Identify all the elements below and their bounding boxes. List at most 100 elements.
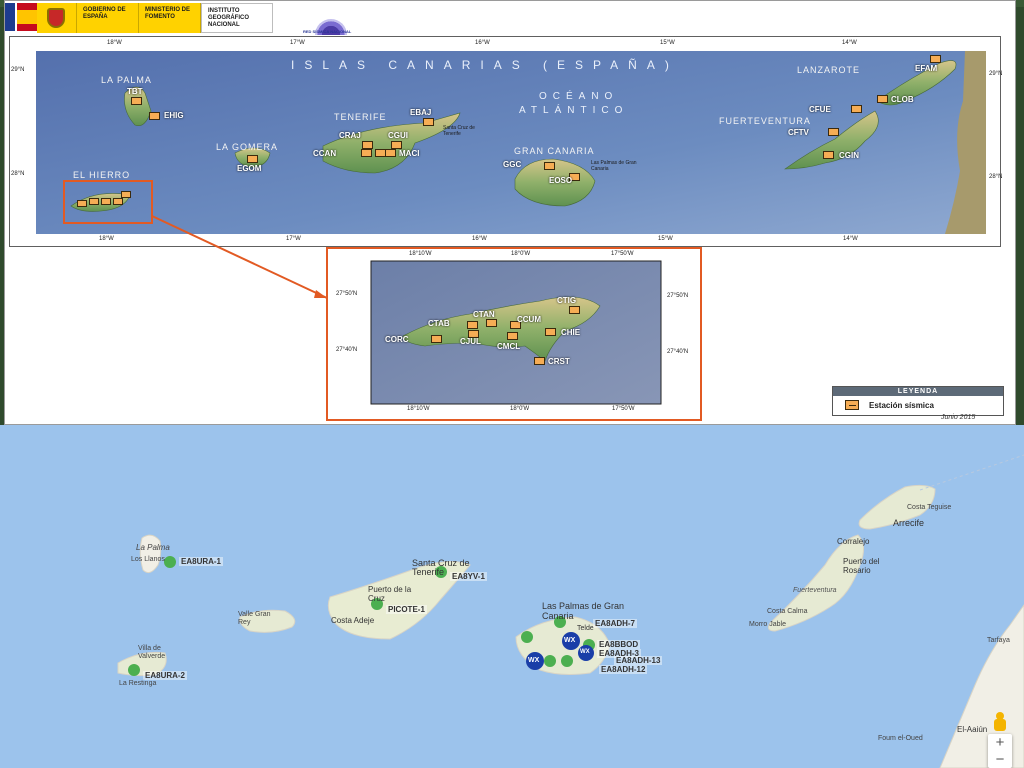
- station-marker-ebaj: [423, 118, 434, 126]
- aprs-marker-gc-2[interactable]: [544, 655, 556, 667]
- bottom-tick-4: 15°W: [658, 236, 673, 242]
- right-tick-2: 28°N: [989, 174, 1003, 180]
- place-label-puerto-de-la-cruz: Puerto de la Cruz: [368, 585, 412, 603]
- aprs-marker-ea8ura-2[interactable]: [128, 664, 140, 676]
- screen-root: { "header": { "gov_logo_text": "GOBIERNO…: [0, 0, 1024, 768]
- seismic-network-figure: GOBIERNO DE ESPAÑA MINISTERIO DE FOMENTO…: [4, 0, 1016, 425]
- station-marker-hierro-2: [89, 198, 99, 205]
- zoom-control: + −: [988, 734, 1012, 768]
- station-marker-hierro-4: [113, 198, 123, 205]
- place-label-foum-el-oued: Foum el-Oued: [878, 735, 923, 742]
- place-label-la-restinga: La Restinga: [119, 680, 157, 687]
- island-label-la-gomera: LA GOMERA: [216, 142, 279, 152]
- station-marker-cgin: [823, 151, 834, 159]
- station-label-ebaj: EBAJ: [410, 108, 432, 117]
- ocean-label-1: OCÉANO: [539, 91, 619, 102]
- station-label-craj: CRAJ: [339, 131, 361, 140]
- place-label-tarfaya: Tarfaya: [987, 637, 1010, 644]
- island-label-la-palma: LA PALMA: [101, 75, 152, 85]
- inset-left-tick-2: 27°40'N: [336, 347, 358, 353]
- inset-station-marker-cmcl: [507, 332, 518, 340]
- city-label-santa-cruz: Santa Cruz de Tenerife: [443, 125, 475, 137]
- aprs-label-ea8ura-2[interactable]: EA8URA-2: [143, 671, 188, 680]
- station-marker-hierro-1: [77, 200, 87, 207]
- inset-top-tick-3: 17°50'W: [611, 251, 634, 257]
- station-label-cfue: CFUE: [809, 105, 831, 114]
- inset-station-marker-ctab: [467, 321, 478, 329]
- inset-station-marker-chie: [545, 328, 556, 336]
- seismic-station-icon: [845, 400, 859, 410]
- aprs-label-ea8ura-1[interactable]: EA8URA-1: [179, 557, 224, 566]
- inset-station-label-crst: CRST: [548, 357, 570, 366]
- inset-top-tick-1: 18°10'W: [409, 251, 432, 257]
- station-marker-ccan: [361, 149, 372, 157]
- top-tick-1: 18°W: [107, 40, 122, 46]
- date-label: Junio 2015: [941, 414, 976, 421]
- zoom-out-button[interactable]: −: [988, 751, 1012, 768]
- station-marker-clob: [877, 95, 888, 103]
- wx-label-3: WX: [580, 649, 590, 655]
- bottom-tick-1: 18°W: [99, 236, 114, 242]
- maritime-boundary: [919, 454, 1024, 491]
- inset-bottom-tick-3: 17°50'W: [612, 406, 635, 412]
- place-label-fuerteventura: Fuerteventura: [793, 587, 837, 594]
- station-label-tbt: TBT: [127, 87, 143, 96]
- station-label-maci: MACI: [399, 149, 420, 158]
- station-marker-hierro-3: [101, 198, 111, 205]
- aprs-map[interactable]: La Palma Los Llanos Santa Cruz de Teneri…: [0, 425, 1024, 768]
- bottom-tick-3: 16°W: [472, 236, 487, 242]
- top-tick-2: 17°W: [290, 40, 305, 46]
- top-tick-4: 15°W: [660, 40, 675, 46]
- station-label-clob: CLOB: [891, 95, 914, 104]
- inset-station-marker-ctan: [486, 319, 497, 327]
- inset-station-marker-ctig: [569, 306, 580, 314]
- inset-station-label-chie: CHIE: [561, 328, 581, 337]
- station-label-eoso: EOSO: [549, 176, 573, 185]
- aprs-marker-ea8ura-1[interactable]: [164, 556, 176, 568]
- station-marker-hierro-5: [121, 191, 131, 198]
- place-label-costa-adeje: Costa Adeje: [331, 616, 375, 625]
- left-tick-2: 28°N: [11, 171, 25, 177]
- aprs-label-ea8adh-13[interactable]: EA8ADH-13: [614, 656, 663, 665]
- inset-bottom-tick-1: 18°10'W: [407, 406, 430, 412]
- station-label-cgui: CGUI: [388, 131, 408, 140]
- place-label-la-palma: La Palma: [136, 543, 170, 552]
- station-marker-maci: [385, 149, 396, 157]
- place-label-valle-gran-rey: Valle Gran Rey: [238, 611, 271, 626]
- place-label-arrecife: Arrecife: [893, 518, 925, 528]
- island-label-tenerife: TENERIFE: [334, 112, 387, 122]
- city-label-las-palmas: Las Palmas de Gran Canaria: [591, 160, 637, 172]
- land-la-palma: [139, 534, 162, 574]
- aprs-label-ea8adh-7[interactable]: EA8ADH-7: [593, 619, 638, 628]
- legend-item: Estación sísmica: [833, 396, 1003, 414]
- aprs-label-ea8adh-12[interactable]: EA8ADH-12: [599, 665, 648, 674]
- island-label-fuerteventura: FUERTEVENTURA: [719, 116, 811, 126]
- station-marker-cfue: [851, 105, 862, 113]
- aprs-label-ea8bbod[interactable]: EA8BBOD: [597, 640, 641, 649]
- inset-left-tick-1: 27°50'N: [336, 291, 358, 297]
- station-label-egom: EGOM: [237, 164, 262, 173]
- inset-station-label-cmcl: CMCL: [497, 342, 521, 351]
- top-tick-3: 16°W: [475, 40, 490, 46]
- inset-right-tick-2: 27°40'N: [667, 349, 689, 355]
- place-label-costa-calma: Costa Calma: [767, 608, 808, 615]
- right-tick-1: 29°N: [989, 71, 1003, 77]
- land-fuerteventura: [767, 534, 864, 632]
- aprs-label-picote-1[interactable]: PICOTE-1: [386, 605, 427, 614]
- zoom-in-button[interactable]: +: [988, 734, 1012, 751]
- inset-station-label-ctab: CTAB: [428, 319, 450, 328]
- aprs-marker-gc-1[interactable]: [521, 631, 533, 643]
- street-view-pegman-icon[interactable]: [991, 712, 1009, 732]
- map-legend: LEYENDA Estación sísmica: [832, 386, 1004, 416]
- place-label-costa-teguise: Costa Teguise: [907, 504, 952, 511]
- inset-station-marker-crst: [534, 357, 545, 365]
- main-map-title: ISLAS CANARIAS (ESPAÑA): [291, 58, 679, 72]
- island-label-el-hierro: EL HIERRO: [73, 170, 131, 180]
- aprs-marker-ea8adh-12[interactable]: [561, 655, 573, 667]
- aprs-label-ea8yv-1[interactable]: EA8YV-1: [450, 572, 487, 581]
- inset-station-marker-corc: [431, 335, 442, 343]
- inset-right-tick-1: 27°50'N: [667, 293, 689, 299]
- inset-top-tick-2: 18°0'W: [511, 251, 531, 257]
- legend-item-label: Estación sísmica: [869, 400, 934, 410]
- place-label-telde: Telde: [577, 625, 594, 632]
